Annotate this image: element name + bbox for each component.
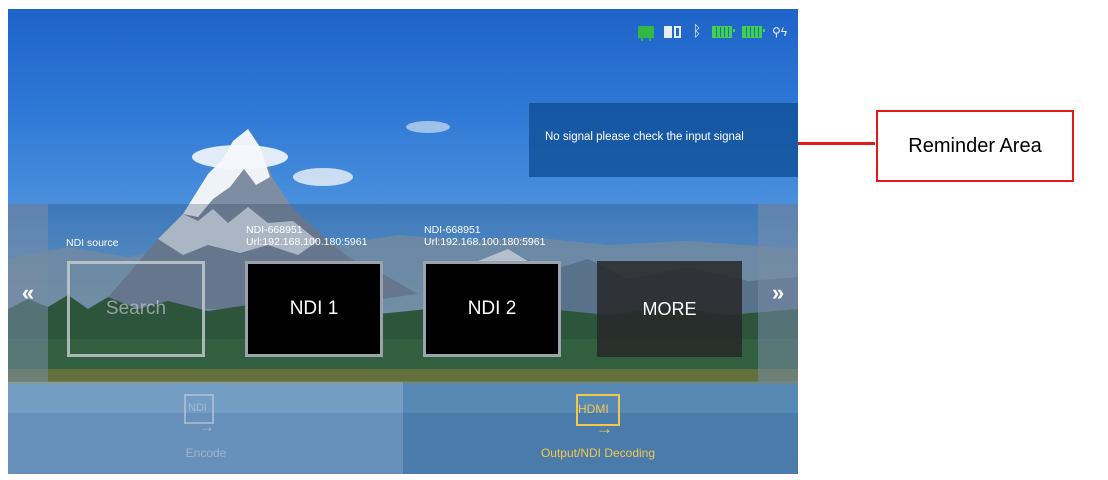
- sd-card-icon: [664, 26, 682, 38]
- search-button[interactable]: Search: [67, 261, 205, 357]
- callout-connector: [798, 142, 875, 145]
- chevron-right-icon[interactable]: »: [758, 204, 798, 382]
- ndi-encode-icon: NDI →: [180, 392, 232, 442]
- device-screen: ᛒ ⚲ϟ No signal please check the input si…: [8, 9, 798, 474]
- ndi-2-tile[interactable]: NDI 2: [423, 261, 561, 357]
- more-button[interactable]: MORE: [597, 261, 742, 357]
- battery-icon: [712, 26, 735, 38]
- encode-tag: NDI: [188, 402, 207, 414]
- reminder-area-callout: Reminder Area: [876, 110, 1074, 182]
- mode-bar: NDI → Encode HDMI → Output/NDI Decoding: [8, 382, 798, 474]
- ndi-source-label: NDI source: [66, 237, 119, 249]
- ndi1-url: Url:192.168.100.180:5961: [246, 236, 368, 248]
- ethernet-icon: [638, 26, 654, 41]
- encode-button[interactable]: NDI → Encode: [156, 392, 256, 460]
- power-plug-icon: ⚲ϟ: [772, 25, 788, 39]
- reminder-area: No signal please check the input signal: [529, 103, 798, 177]
- ndi1-name: NDI-668951: [246, 224, 303, 236]
- encode-label: Encode: [185, 446, 227, 460]
- decode-tag: HDMI: [578, 402, 609, 416]
- ndi2-url: Url:192.168.100.180:5961: [424, 236, 546, 248]
- decode-button[interactable]: HDMI → Output/NDI Decoding: [513, 392, 683, 460]
- reminder-message: No signal please check the input signal: [545, 131, 744, 143]
- status-bar: ᛒ ⚲ϟ: [638, 23, 788, 41]
- chevron-left-icon[interactable]: «: [8, 204, 48, 382]
- hdmi-output-icon: HDMI →: [572, 392, 624, 442]
- ndi2-name: NDI-668951: [424, 224, 481, 236]
- decode-label: Output/NDI Decoding: [540, 446, 656, 460]
- bluetooth-icon: ᛒ: [692, 23, 702, 40]
- ndi-1-tile[interactable]: NDI 1: [245, 261, 383, 357]
- battery-icon: [742, 26, 765, 38]
- ndi-source-panel: « » NDI source NDI-668951 Url:192.168.10…: [8, 204, 798, 382]
